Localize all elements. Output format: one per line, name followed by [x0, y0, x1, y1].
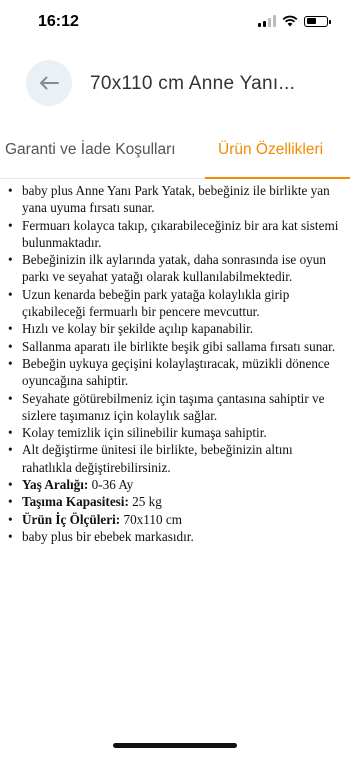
spec-value: 0-36 Ay	[91, 477, 134, 493]
active-tab-indicator	[205, 177, 350, 179]
feature-item: Hızlı ve kolay bir şekilde açılıp kapana…	[8, 320, 344, 338]
tab-bar: Garanti ve İade Koşulları Ürün Özellikle…	[0, 126, 350, 179]
spec-value: 70x110 cm	[123, 511, 182, 527]
cellular-signal-icon	[258, 15, 276, 27]
tab-guarantee-return[interactable]: Garanti ve İade Koşulları	[5, 141, 176, 159]
feature-item: Seyahate götürebilmeniz için taşıma çant…	[8, 390, 344, 425]
features-list: baby plus Anne Yanı Park Yatak, bebeğini…	[8, 182, 344, 546]
feature-item: Bebeğin uykuya geçişini kolaylaştıracak,…	[8, 355, 344, 390]
spec-label: Yaş Aralığı:	[22, 477, 89, 493]
page-title: 70x110 cm Anne Yanı...	[90, 73, 296, 94]
spec-age-range: Yaş Aralığı: 0-36 Ay	[8, 476, 344, 494]
home-indicator[interactable]	[113, 743, 237, 748]
spec-inner-dimensions: Ürün İç Ölçüleri: 70x110 cm	[8, 511, 344, 529]
feature-item: baby plus Anne Yanı Park Yatak, bebeğini…	[8, 182, 344, 217]
spec-label: Taşıma Kapasitesi:	[22, 494, 129, 510]
wifi-icon	[282, 15, 298, 27]
spec-capacity: Taşıma Kapasitesi: 25 kg	[8, 493, 344, 511]
spec-value: 25 kg	[132, 494, 162, 510]
spec-label: Ürün İç Ölçüleri:	[22, 511, 121, 527]
feature-item: Sallanma aparatı ile birlikte beşik gibi…	[8, 338, 344, 356]
arrow-left-icon	[40, 76, 59, 90]
feature-item: Uzun kenarda bebeğin park yatağa kolaylı…	[8, 286, 344, 321]
feature-item: Bebeğinizin ilk aylarında yatak, daha so…	[8, 251, 344, 286]
brand-note: baby plus bir ebebek markasıdır.	[8, 528, 344, 546]
feature-item: Alt değiştirme ünitesi ile birlikte, beb…	[8, 441, 344, 476]
tab-product-features[interactable]: Ürün Özellikleri	[218, 141, 323, 159]
feature-item: Kolay temizlik için silinebilir kumaşa s…	[8, 424, 344, 442]
back-button[interactable]	[26, 60, 72, 106]
battery-icon	[304, 15, 331, 27]
feature-item: Fermuarı kolayca takıp, çıkarabileceğini…	[8, 217, 344, 252]
status-icons	[258, 15, 331, 27]
product-features-content: baby plus Anne Yanı Park Yatak, bebeğini…	[8, 182, 344, 546]
status-bar: 16:12	[0, 0, 350, 44]
header: 70x110 cm Anne Yanı...	[0, 52, 350, 114]
status-time: 16:12	[38, 13, 79, 30]
